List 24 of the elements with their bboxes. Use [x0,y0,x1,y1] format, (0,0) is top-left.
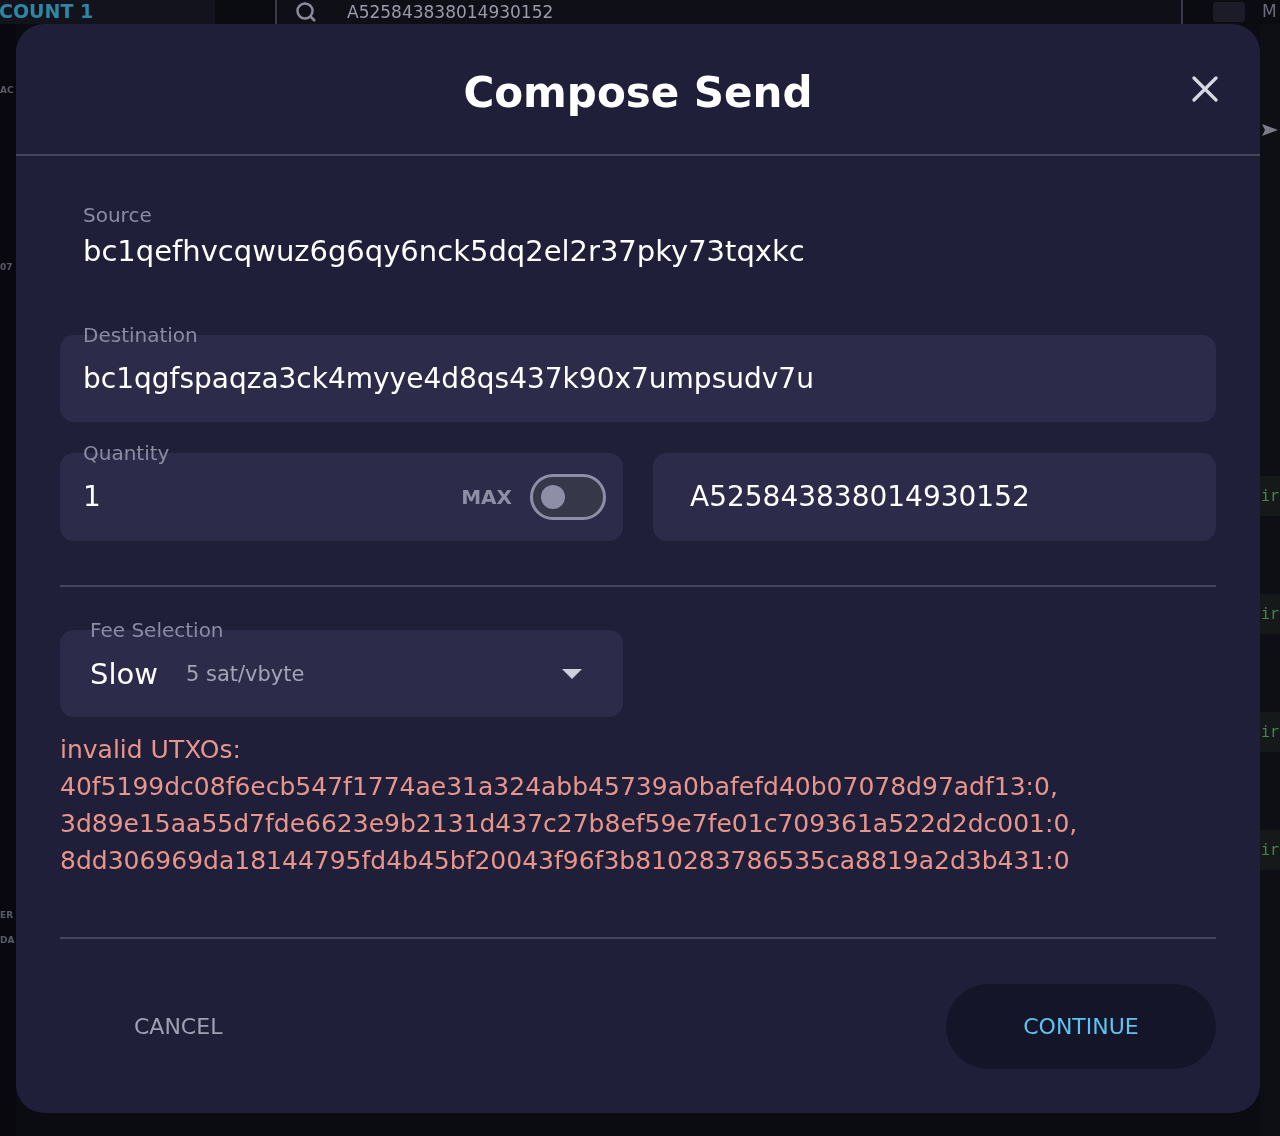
status-text: ir [1260,712,1280,752]
caret-icon [562,668,582,679]
account-label: COUNT 1 [0,0,95,22]
dialog-title: Compose Send [463,67,813,119]
status-text: ir [1260,830,1280,870]
arrow-icon [1262,122,1278,138]
search-icon [295,2,317,22]
source-address: bc1qefhvcqwuz6g6qy6nck5dq2el2r37pky73tqxkc [83,233,805,269]
cancel-button[interactable]: CANCEL [60,984,297,1069]
search-field[interactable]: A525843838014930152 [275,0,1183,24]
corner-text: M [1262,0,1277,23]
max-toggle[interactable] [530,474,606,520]
continue-button[interactable]: CONTINUE [946,984,1216,1069]
partial-label: DA [0,934,16,946]
partial-label: AC [0,84,15,96]
field-label: Source [83,203,152,227]
partial-label: 07 [0,261,14,273]
close-icon [1192,76,1218,102]
asset-field[interactable]: A525843838014930152 [653,453,1216,541]
error-message: invalid UTXOs: 40f5199dc08f6ecb547f1774ae31a324abb45739a0bafefd40b07078d97adf13:0, 3d89e15aa55d7fde6623e9b2131d437c27b8ef59e7fe01c709361a522d2dc001:0, 8dd306969da18144795fd4b45bf20043f96f3b810283786535ca8819a2d3b431:0 [60,734,1079,877]
max-label: MAX [461,485,512,509]
partial-label: ER [0,909,15,921]
status-text: ir [1260,594,1280,634]
status-text: ir [1260,476,1280,516]
